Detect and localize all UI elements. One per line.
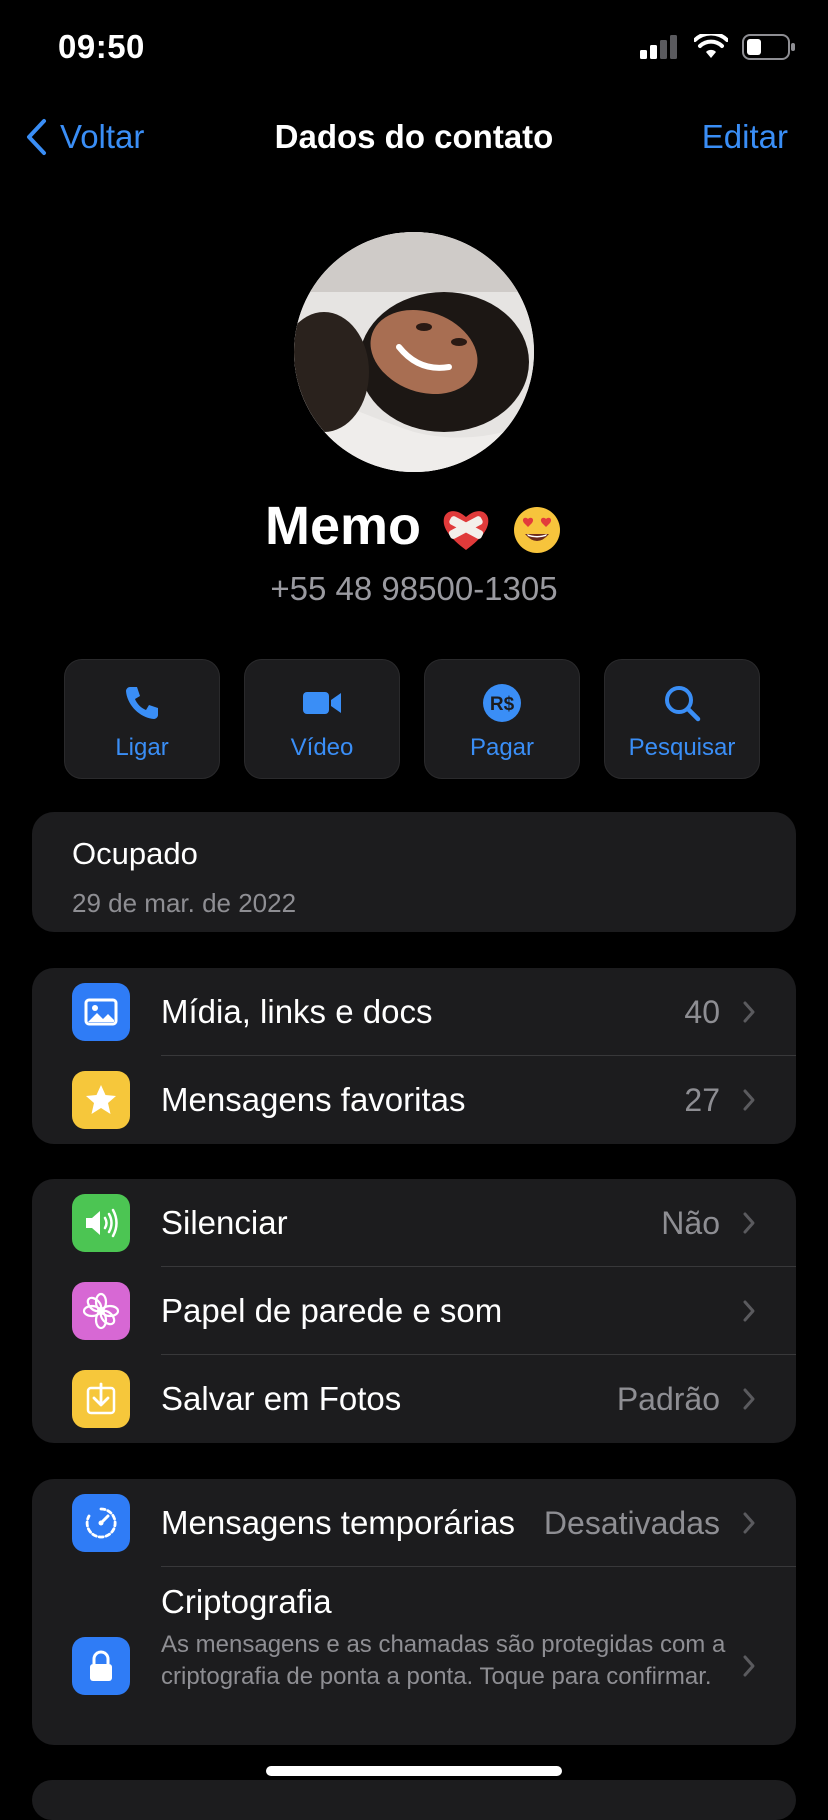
mute-value: Não xyxy=(661,1204,720,1241)
back-button[interactable]: Voltar xyxy=(24,118,144,156)
starred-messages-label: Mensagens favoritas xyxy=(161,1081,466,1118)
avatar-photo xyxy=(294,232,534,472)
speaker-icon xyxy=(72,1194,130,1252)
edit-button[interactable]: Editar xyxy=(702,118,788,156)
contact-name: Memo xyxy=(0,495,828,557)
video-icon xyxy=(303,692,341,714)
save-to-photos-row[interactable]: Salvar em Fotos Padrão xyxy=(32,1355,796,1443)
image-icon xyxy=(72,983,130,1041)
download-icon xyxy=(72,1370,130,1428)
about-date: 29 de mar. de 2022 xyxy=(72,888,297,918)
call-label: Ligar xyxy=(115,734,169,761)
pay-icon: R$ xyxy=(483,684,521,722)
media-links-docs-label: Mídia, links e docs xyxy=(161,993,433,1030)
status-icons xyxy=(640,34,796,60)
pay-icon-text: R$ xyxy=(490,694,515,715)
contact-name-text: Memo xyxy=(264,496,421,556)
chevron-right-icon xyxy=(743,1300,755,1322)
battery-icon xyxy=(742,34,795,60)
next-section-card xyxy=(32,1780,796,1820)
privacy-section: Mensagens temporárias Desativadas Cripto… xyxy=(32,1479,796,1745)
avatar[interactable] xyxy=(294,232,534,472)
signal-icon xyxy=(640,35,677,59)
search-button[interactable]: Pesquisar xyxy=(604,659,760,779)
starred-messages-row[interactable]: Mensagens favoritas 27 xyxy=(32,1056,796,1144)
search-label: Pesquisar xyxy=(628,734,736,761)
chevron-right-icon xyxy=(743,1388,755,1410)
about-status: Ocupado xyxy=(72,836,198,871)
disappearing-messages-label: Mensagens temporárias xyxy=(161,1504,516,1541)
disappearing-messages-value: Desativadas xyxy=(543,1504,720,1541)
chevron-right-icon xyxy=(743,1212,755,1234)
chevron-right-icon xyxy=(743,1089,755,1111)
mute-label: Silenciar xyxy=(161,1204,288,1241)
star-icon xyxy=(72,1071,130,1129)
search-icon xyxy=(665,686,701,722)
home-indicator[interactable] xyxy=(266,1766,562,1776)
video-label: Vídeo xyxy=(290,734,354,761)
call-button[interactable]: Ligar xyxy=(64,659,220,779)
pay-button[interactable]: R$ Pagar xyxy=(424,659,580,779)
encryption-description: As mensagens e as chamadas são protegida… xyxy=(161,1631,726,1690)
flower-icon xyxy=(72,1282,130,1340)
media-section: Mídia, links e docs 40 Mensagens favorit… xyxy=(32,968,796,1144)
wallpaper-sound-row[interactable]: Papel de parede e som xyxy=(32,1267,796,1355)
status-time: 09:50 xyxy=(58,28,145,65)
timer-icon xyxy=(72,1494,130,1552)
contact-phone: +55 48 98500-1305 xyxy=(270,570,558,607)
settings-section: Silenciar Não Papel de parede e som Salv… xyxy=(32,1179,796,1443)
media-count: 40 xyxy=(684,993,720,1030)
wallpaper-sound-label: Papel de parede e som xyxy=(161,1292,503,1329)
phone-icon xyxy=(126,687,158,719)
media-links-docs-row[interactable]: Mídia, links e docs 40 xyxy=(32,968,796,1056)
pay-label: Pagar xyxy=(469,734,535,761)
save-to-photos-value: Padrão xyxy=(616,1380,720,1417)
back-label: Voltar xyxy=(60,118,145,155)
video-button[interactable]: Vídeo xyxy=(244,659,400,779)
mute-row[interactable]: Silenciar Não xyxy=(32,1179,796,1267)
chevron-right-icon xyxy=(743,1512,755,1534)
starred-count: 27 xyxy=(684,1081,720,1118)
lock-icon xyxy=(72,1637,130,1695)
chevron-left-icon xyxy=(27,119,46,155)
encryption-title: Criptografia xyxy=(161,1583,332,1620)
mending-heart-icon xyxy=(443,510,489,550)
save-to-photos-label: Salvar em Fotos xyxy=(161,1380,402,1417)
about-card[interactable]: Ocupado 29 de mar. de 2022 xyxy=(32,812,796,932)
wifi-icon xyxy=(694,34,728,58)
heart-eyes-icon xyxy=(514,506,561,553)
action-buttons: Ligar Vídeo R$ Pagar Pesquisar xyxy=(64,659,760,779)
disappearing-messages-row[interactable]: Mensagens temporárias Desativadas xyxy=(32,1479,796,1567)
chevron-right-icon xyxy=(743,1001,755,1023)
